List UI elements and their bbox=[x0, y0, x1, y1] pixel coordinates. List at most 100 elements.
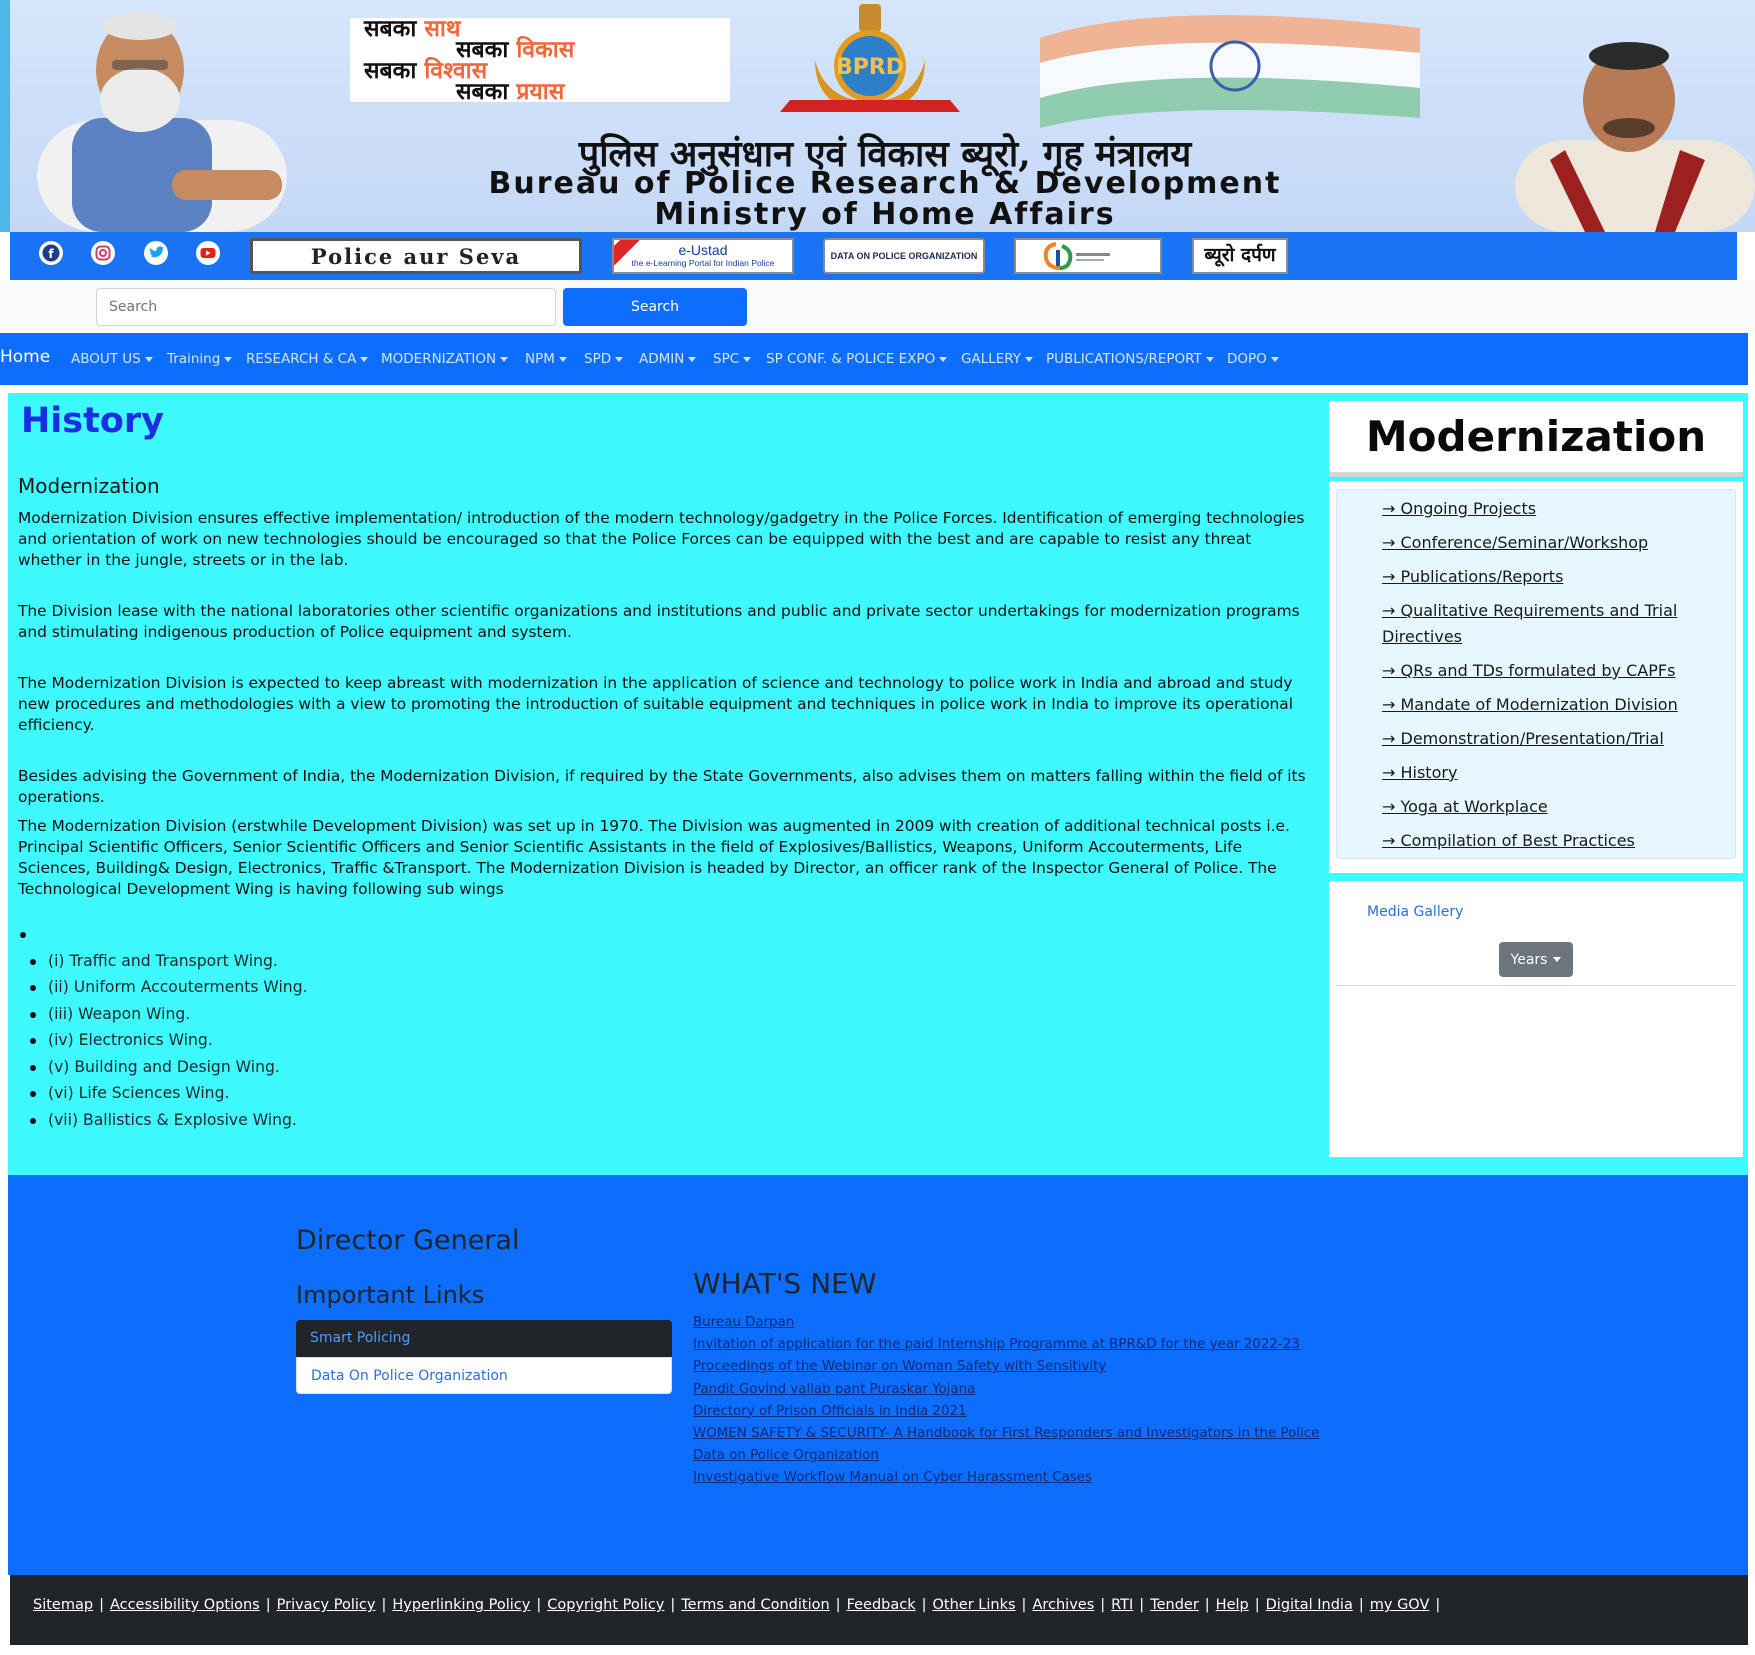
whats-new-link[interactable]: Bureau Darpan bbox=[693, 1312, 1319, 1334]
nav-label: SPC bbox=[713, 351, 740, 367]
footer-link-terms[interactable]: Terms and Condition bbox=[681, 1597, 829, 1613]
paragraph: The Division lease with the national lab… bbox=[18, 602, 1300, 641]
twitter-icon[interactable] bbox=[143, 240, 169, 266]
nav-label: MODERNIZATION bbox=[381, 351, 497, 367]
whats-new-link[interactable]: Pandit Govind vallab pant Puraskar Yojan… bbox=[693, 1379, 1319, 1401]
years-dropdown-button[interactable]: Years bbox=[1499, 942, 1573, 977]
sidebar-link-conference[interactable]: → Conference/Seminar/Workshop bbox=[1382, 530, 1712, 556]
footer-link-digital-india[interactable]: Digital India bbox=[1266, 1597, 1353, 1613]
footer-link-mygov[interactable]: my GOV bbox=[1370, 1597, 1430, 1613]
list-item: (v) Building and Design Wing. bbox=[18, 1056, 308, 1083]
paragraph: Modernization Division ensures effective… bbox=[18, 509, 1305, 569]
nav-about-us[interactable]: ABOUT US bbox=[71, 351, 153, 367]
nav-label: NPM bbox=[525, 351, 555, 367]
separator: | bbox=[1358, 1597, 1364, 1613]
e-ustad-logo[interactable]: e-Ustad the e-Learning Portal for Indian… bbox=[612, 238, 794, 274]
sidebar-link-qrs-tds[interactable]: → QRs and TDs formulated by CAPFs bbox=[1382, 658, 1712, 684]
footer-link-accessibility[interactable]: Accessibility Options bbox=[110, 1597, 260, 1613]
media-gallery-panel: Media Gallery Years bbox=[1329, 881, 1743, 1157]
important-link-data-on-police[interactable]: Data On Police Organization bbox=[296, 1357, 672, 1394]
footer-link-feedback[interactable]: Feedback bbox=[847, 1597, 916, 1613]
separator: | bbox=[536, 1597, 542, 1613]
caret-down-icon bbox=[1270, 356, 1279, 362]
nav-publications-report[interactable]: PUBLICATIONS/REPORT bbox=[1046, 351, 1214, 367]
caret-down-icon bbox=[615, 356, 624, 362]
nav-modernization[interactable]: MODERNIZATION bbox=[381, 351, 509, 367]
nav-research-ca[interactable]: RESEARCH & CA bbox=[246, 351, 369, 367]
nav-label: ABOUT US bbox=[71, 351, 141, 367]
nav-sp-conf-police-expo[interactable]: SP CONF. & POLICE EXPO bbox=[766, 351, 948, 367]
list-item bbox=[18, 923, 308, 950]
sidebar-title: Modernization bbox=[1365, 412, 1707, 461]
instagram-icon[interactable] bbox=[90, 240, 116, 266]
sidebar-link-best-practices[interactable]: → Compilation of Best Practices bbox=[1382, 828, 1712, 854]
nav-dopo[interactable]: DOPO bbox=[1227, 351, 1279, 367]
footer-link-hyperlinking[interactable]: Hyperlinking Policy bbox=[392, 1597, 530, 1613]
nav-spc[interactable]: SPC bbox=[713, 351, 752, 367]
sidebar-link-qualitative-requirements[interactable]: → Qualitative Requirements and Trial Dir… bbox=[1382, 598, 1712, 650]
sidebar-link-history[interactable]: → History bbox=[1382, 760, 1712, 786]
nav-training[interactable]: Training bbox=[167, 351, 233, 367]
whats-new-link[interactable]: Investigative Workflow Manual on Cyber H… bbox=[693, 1467, 1319, 1489]
paragraph: The Modernization Division is expected t… bbox=[18, 674, 1293, 734]
footer-link-sitemap[interactable]: Sitemap bbox=[33, 1597, 93, 1613]
nav-home[interactable]: Home bbox=[0, 347, 50, 367]
footer-link-copyright[interactable]: Copyright Policy bbox=[547, 1597, 664, 1613]
nav-label: SPD bbox=[584, 351, 612, 367]
whats-new-link[interactable]: Proceedings of the Webinar on Woman Safe… bbox=[693, 1356, 1319, 1378]
media-gallery-link[interactable]: Media Gallery bbox=[1367, 904, 1463, 920]
ministry-title: Ministry of Home Affairs bbox=[654, 197, 1116, 232]
director-general-heading: Director General bbox=[296, 1225, 520, 1256]
separator: | bbox=[1254, 1597, 1260, 1613]
nav-admin[interactable]: ADMIN bbox=[639, 351, 697, 367]
whats-new-link[interactable]: Invitation of application for the paid I… bbox=[693, 1334, 1319, 1356]
search-button[interactable]: Search bbox=[563, 288, 747, 326]
nav-gallery[interactable]: GALLERY bbox=[961, 351, 1034, 367]
slogan-word: विकास bbox=[516, 36, 575, 63]
footer-link-tender[interactable]: Tender bbox=[1150, 1597, 1199, 1613]
important-link-smart-policing[interactable]: Smart Policing bbox=[296, 1320, 672, 1357]
footer-link-privacy[interactable]: Privacy Policy bbox=[277, 1597, 376, 1613]
bureau-darpan-logo[interactable]: ब्यूरो दर्पण bbox=[1192, 238, 1288, 274]
nav-label: GALLERY bbox=[961, 351, 1022, 367]
sidebar-link-yoga[interactable]: → Yoga at Workplace bbox=[1382, 794, 1712, 820]
data-on-police-organization-logo[interactable]: DATA ON POLICE ORGANIZATION bbox=[823, 238, 985, 274]
sidebar-link-ongoing-projects[interactable]: → Ongoing Projects bbox=[1382, 496, 1712, 522]
footer-link-archives[interactable]: Archives bbox=[1032, 1597, 1094, 1613]
list-item: (vi) Life Sciences Wing. bbox=[18, 1082, 308, 1109]
whats-new-link[interactable]: Data on Police Organization bbox=[693, 1445, 1319, 1467]
svg-text:f: f bbox=[48, 247, 54, 261]
sidebar-title-box: Modernization bbox=[1329, 401, 1743, 472]
section-heading: Modernization bbox=[18, 474, 160, 498]
e-ustad-title: e-Ustad bbox=[678, 242, 728, 258]
caret-down-icon bbox=[1025, 356, 1034, 362]
bureau-title-english: Bureau of Police Research & Development bbox=[488, 166, 1282, 201]
separator: | bbox=[99, 1597, 104, 1613]
sidebar-link-demonstration[interactable]: → Demonstration/Presentation/Trial bbox=[1382, 726, 1712, 752]
nav-label: ADMIN bbox=[639, 351, 685, 367]
whats-new-link[interactable]: Directory of Prison Officials in India 2… bbox=[693, 1401, 1319, 1423]
nav-spd[interactable]: SPD bbox=[584, 351, 624, 367]
digital-india-logo[interactable] bbox=[1014, 238, 1162, 274]
footer-link-help[interactable]: Help bbox=[1216, 1597, 1249, 1613]
sidebar-link-mandate[interactable]: → Mandate of Modernization Division bbox=[1382, 692, 1712, 718]
nav-npm[interactable]: NPM bbox=[525, 351, 567, 367]
police-aur-seva-logo[interactable]: Police aur Seva bbox=[250, 238, 582, 274]
caret-down-icon bbox=[939, 356, 948, 362]
whats-new-heading: WHAT'S NEW bbox=[693, 1267, 877, 1300]
youtube-icon[interactable] bbox=[195, 240, 221, 266]
whats-new-link[interactable]: WOMEN SAFETY & SECURITY- A Handbook for … bbox=[693, 1423, 1319, 1445]
search-input[interactable] bbox=[96, 288, 556, 326]
main-nav: Home ABOUT US Training RESEARCH & CA MOD… bbox=[0, 333, 1748, 385]
separator: | bbox=[921, 1597, 927, 1613]
footer: Director General Important Links Smart P… bbox=[8, 1175, 1748, 1575]
footer-link-rti[interactable]: RTI bbox=[1111, 1597, 1133, 1613]
caret-down-icon bbox=[1205, 356, 1214, 362]
sidebar-links-list: → Ongoing Projects → Conference/Seminar/… bbox=[1336, 489, 1736, 859]
bottom-links: Sitemap | Accessibility Options | Privacy Po… bbox=[33, 1597, 1446, 1613]
footer-link-other-links[interactable]: Other Links bbox=[933, 1597, 1016, 1613]
facebook-icon[interactable]: f bbox=[38, 240, 64, 266]
caret-down-icon bbox=[500, 356, 509, 362]
sidebar-link-publications[interactable]: → Publications/Reports bbox=[1382, 564, 1712, 590]
caret-down-icon bbox=[1553, 957, 1562, 962]
